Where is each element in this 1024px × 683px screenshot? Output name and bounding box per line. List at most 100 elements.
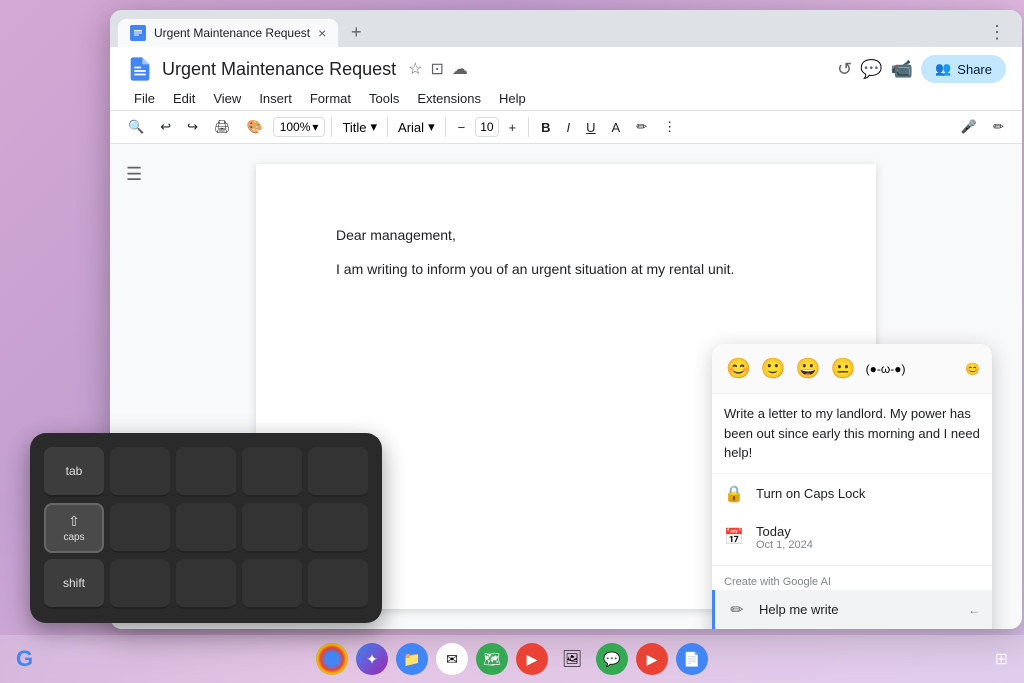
document-title[interactable]: Urgent Maintenance Request — [162, 59, 396, 80]
key-s[interactable] — [176, 503, 236, 553]
key-x[interactable] — [176, 559, 236, 609]
key-c[interactable] — [242, 559, 302, 609]
key-v[interactable] — [308, 559, 368, 609]
key-r[interactable] — [308, 447, 368, 497]
menu-extensions[interactable]: Extensions — [409, 87, 489, 110]
taskbar-youtube-icon[interactable]: ▶ — [636, 643, 668, 675]
key-e[interactable] — [242, 447, 302, 497]
menu-help[interactable]: Help — [491, 87, 534, 110]
key-w[interactable] — [176, 447, 236, 497]
zoom-control[interactable]: 100% ▾ — [273, 117, 326, 137]
italic-button[interactable]: I — [561, 116, 577, 139]
menu-edit[interactable]: Edit — [165, 87, 203, 110]
taskbar-chrome-icon[interactable] — [316, 643, 348, 675]
taskbar-docs-icon[interactable]: 📄 — [676, 643, 708, 675]
font-size-control[interactable]: 10 — [475, 117, 498, 137]
taskbar-settings-icon[interactable]: ⊞ — [995, 649, 1008, 669]
menu-tools[interactable]: Tools — [361, 87, 407, 110]
key-d[interactable] — [242, 503, 302, 553]
menu-view[interactable]: View — [205, 87, 249, 110]
emoji-kaomoji[interactable]: (●-ω-●) — [864, 360, 908, 378]
help-me-write-label: Help me write — [759, 602, 956, 617]
pen-mode-button[interactable]: ✏ — [987, 115, 1010, 139]
tab-close-button[interactable]: × — [318, 25, 326, 41]
google-logo[interactable]: G — [16, 646, 33, 672]
menu-file[interactable]: File — [126, 87, 163, 110]
emoji-row: 😊 🙂 😀 😐 (●-ω-●) 😊 — [712, 344, 992, 394]
format-toolbar: 🔍 ↩ ↪ 🖨 🎨 100% ▾ Title ▾ Arial ▾ − 10 — [110, 111, 1022, 144]
toolbar-separator-3 — [445, 117, 446, 137]
menu-insert[interactable]: Insert — [251, 87, 300, 110]
taskbar-gmail-icon[interactable]: ✉ — [436, 643, 468, 675]
shift-key[interactable]: shift — [44, 559, 104, 609]
outline-icon[interactable]: ☰ — [126, 164, 142, 185]
style-chevron: ▾ — [371, 119, 378, 135]
taskbar-photos-icon[interactable]: 🖼 — [556, 643, 588, 675]
emoji-3[interactable]: 😀 — [794, 354, 823, 383]
emoji-4[interactable]: 😐 — [829, 354, 858, 383]
emoji-1[interactable]: 😊 — [724, 354, 753, 383]
key-f[interactable] — [308, 503, 368, 553]
video-icon[interactable]: 📹 — [891, 59, 913, 80]
taskbar-files-icon[interactable]: 📁 — [396, 643, 428, 675]
font-selector[interactable]: Arial ▾ — [394, 117, 439, 137]
style-selector[interactable]: Title ▾ — [338, 117, 381, 137]
redo-button[interactable]: ↪ — [181, 115, 204, 139]
share-button[interactable]: 👥 Share — [921, 55, 1006, 83]
history-icon[interactable]: ↺ — [837, 59, 852, 80]
keyboard-overlay: tab ⇧ caps shift — [30, 433, 382, 623]
caps-lock-key[interactable]: ⇧ caps — [44, 503, 104, 553]
taskbar-play-icon[interactable]: ▶ — [516, 643, 548, 675]
folder-icon[interactable]: ⊡ — [430, 59, 443, 79]
key-z[interactable] — [110, 559, 170, 609]
active-tab[interactable]: Urgent Maintenance Request × — [118, 19, 338, 47]
underline-button[interactable]: U — [580, 116, 601, 139]
caps-lock-key-icon: ⇧ — [68, 513, 80, 530]
tab-key[interactable]: tab — [44, 447, 104, 497]
dropdown-divider-1 — [712, 565, 992, 566]
zoom-value: 100% — [280, 120, 311, 134]
key-a[interactable] — [110, 503, 170, 553]
menu-format[interactable]: Format — [302, 87, 359, 110]
share-icon: 👥 — [935, 61, 951, 77]
tab-title: Urgent Maintenance Request — [154, 26, 310, 40]
paint-format-button[interactable]: 🎨 — [241, 115, 269, 139]
undo-button[interactable]: ↩ — [154, 115, 177, 139]
ai-shortcut: ← — [968, 603, 980, 617]
cloud-icon[interactable]: ☁ — [452, 59, 468, 79]
key-q[interactable] — [110, 447, 170, 497]
caps-lock-item[interactable]: 🔒 Turn on Caps Lock — [712, 474, 992, 514]
browser-menu-button[interactable]: ⋮ — [980, 18, 1014, 47]
highlight-button[interactable]: ✏ — [630, 115, 653, 139]
font-chevron: ▾ — [428, 119, 435, 135]
search-button[interactable]: 🔍 — [122, 115, 150, 139]
style-value: Title — [342, 120, 366, 135]
bold-button[interactable]: B — [535, 116, 556, 139]
caps-lock-label: Turn on Caps Lock — [756, 486, 980, 501]
doc-paragraph-2[interactable]: I am writing to inform you of an urgent … — [336, 258, 796, 280]
print-button[interactable]: 🖨 — [208, 115, 237, 139]
more-toolbar-button[interactable]: ⋮ — [657, 115, 682, 139]
today-item[interactable]: 📅 Today Oct 1, 2024 — [712, 514, 992, 561]
increase-font-button[interactable]: + — [503, 116, 523, 139]
star-icon[interactable]: ☆ — [408, 59, 422, 79]
taskbar-gemini-icon[interactable]: ✦ — [356, 643, 388, 675]
docs-logo-icon — [126, 55, 154, 83]
text-color-button[interactable]: A — [606, 116, 627, 139]
taskbar-messages-icon[interactable]: 💬 — [596, 643, 628, 675]
toolbar-separator-1 — [331, 117, 332, 137]
voice-type-button[interactable]: 🎤 — [955, 115, 983, 139]
taskbar-maps-icon[interactable]: 🗺 — [476, 643, 508, 675]
calendar-icon: 📅 — [724, 527, 744, 547]
emoji-2[interactable]: 🙂 — [759, 354, 788, 383]
font-value: Arial — [398, 120, 424, 135]
doc-paragraph-1[interactable]: Dear management, — [336, 224, 796, 246]
decrease-font-button[interactable]: − — [452, 116, 472, 139]
emoji-more-button[interactable]: 😊 — [965, 362, 980, 376]
taskbar: G ✦ 📁 ✉ 🗺 ▶ 🖼 💬 ▶ 📄 ⊞ — [0, 635, 1024, 683]
ai-text-input[interactable]: Write a letter to my landlord. My power … — [712, 394, 992, 474]
new-tab-button[interactable]: + — [342, 19, 370, 47]
help-me-write-item[interactable]: ✏ Help me write ← — [712, 590, 992, 630]
comment-icon[interactable]: 💬 — [860, 59, 882, 80]
tab-bar-container: Urgent Maintenance Request × + ⋮ — [110, 10, 1022, 47]
